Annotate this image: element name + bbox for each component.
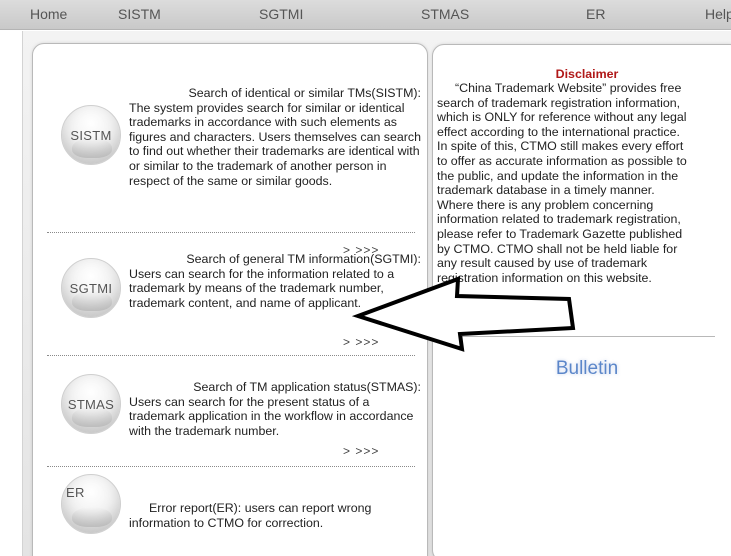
section-er: ER Error report(ER): users can report wr… (45, 474, 417, 556)
nav-sgtmi[interactable]: SGTMI (259, 6, 303, 22)
disclaimer-body: “China Trademark Website” provides free … (437, 81, 731, 285)
search-services-panel: SISTM Search of identical or similar TMs… (32, 43, 428, 556)
section-divider (47, 232, 415, 233)
nav-sistm[interactable]: SISTM (118, 6, 161, 22)
disclaimer-panel: Disclaimer “China Trademark Website” pro… (432, 44, 731, 556)
disclaimer-line: “China Trademark Website” provides free (455, 81, 682, 95)
sgtmi-logo-icon[interactable]: SGTMI (61, 258, 121, 318)
nav-home[interactable]: Home (30, 6, 67, 22)
disclaimer-line: to offer as accurate information as poss… (437, 153, 687, 168)
section-divider (47, 355, 415, 356)
er-logo-label: ER (66, 485, 85, 500)
section-sgtmi: SGTMI Search of general TM information(S… (45, 240, 421, 350)
disclaimer-line: search of trademark registration informa… (437, 95, 681, 110)
top-navbar: Home SISTM SGTMI STMAS ER Help (0, 0, 731, 30)
stmas-logo-icon[interactable]: STMAS (61, 374, 121, 434)
stmas-body: Users can search for the present status … (129, 394, 414, 438)
disclaimer-line: Where there is any problem concerning (437, 197, 654, 212)
sgtmi-title: Search of general TM information(SGTMI): (186, 252, 421, 266)
section-sistm: SISTM Search of identical or similar TMs… (45, 78, 421, 257)
er-logo-icon[interactable]: ER (61, 474, 121, 534)
disclaimer-line: effect according to the international pr… (437, 124, 680, 139)
sistm-logo-icon[interactable]: SISTM (61, 105, 121, 165)
sistm-title: Search of identical or similar TMs(SISTM… (188, 86, 422, 100)
sistm-description: Search of identical or similar TMs(SISTM… (129, 86, 421, 188)
stmas-more-link[interactable]: > >>> (343, 444, 379, 458)
disclaimer-line: trademark database in a timely manner. (437, 183, 655, 198)
bulletin-divider (459, 336, 715, 337)
sgtmi-description: Search of general TM information(SGTMI):… (129, 252, 421, 310)
stmas-logo-label: STMAS (67, 397, 115, 412)
section-divider (47, 466, 415, 467)
disclaimer-line: any result caused by use of trademark (437, 256, 648, 271)
bulletin-link[interactable]: Bulletin (433, 358, 731, 380)
stmas-title: Search of TM application status(STMAS): (193, 380, 421, 394)
disclaimer-line: information related to trademark registr… (437, 212, 681, 227)
disclaimer-title: Disclaimer (555, 67, 619, 81)
nav-help[interactable]: Help (705, 6, 731, 22)
logo-shine (72, 507, 112, 527)
nav-er[interactable]: ER (586, 6, 605, 22)
sgtmi-body: Users can search for the information rel… (129, 266, 395, 310)
sgtmi-more-link[interactable]: > >>> (343, 335, 379, 349)
disclaimer-line: In spite of this, CTMO still makes every… (437, 139, 684, 154)
sistm-body: The system provides search for similar o… (129, 100, 421, 188)
stmas-description: Search of TM application status(STMAS): … (129, 380, 421, 438)
disclaimer-line: registration information on this website… (437, 270, 652, 285)
section-stmas: STMAS Search of TM application status(ST… (45, 362, 421, 462)
disclaimer-line: by CTMO. CTMO shall not be held liable f… (437, 241, 678, 256)
nav-stmas[interactable]: STMAS (421, 6, 469, 22)
sgtmi-logo-label: SGTMI (69, 281, 113, 296)
sistm-logo-label: SISTM (70, 128, 112, 143)
disclaimer-line: which is ONLY for reference without any … (437, 110, 687, 125)
disclaimer-line: please refer to Trademark Gazette publis… (437, 226, 683, 241)
disclaimer-line: the public, and update the information i… (437, 168, 679, 183)
er-title: Error report(ER): users can report wrong… (129, 501, 372, 530)
er-description: Error report(ER): users can report wrong… (129, 501, 421, 530)
